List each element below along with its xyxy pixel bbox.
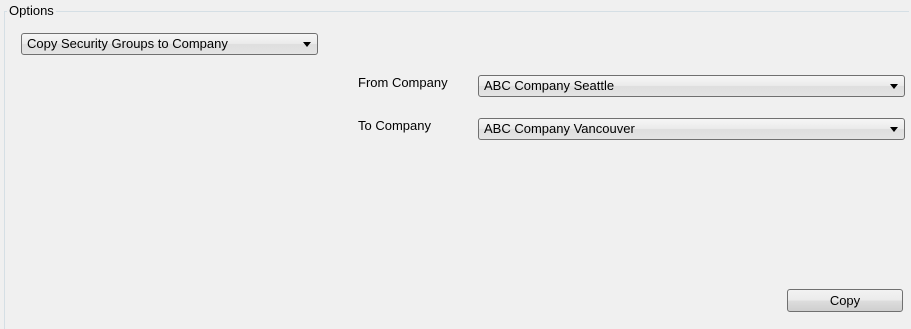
copy-button[interactable]: Copy (787, 289, 903, 312)
chevron-down-icon (890, 127, 898, 132)
operation-select[interactable]: Copy Security Groups to Company (21, 33, 318, 55)
to-company-select[interactable]: ABC Company Vancouver (478, 118, 905, 140)
from-company-value: ABC Company Seattle (484, 78, 615, 93)
from-company-label: From Company (358, 75, 448, 90)
from-company-select[interactable]: ABC Company Seattle (478, 75, 905, 97)
to-company-label: To Company (358, 118, 431, 133)
chevron-down-icon (890, 84, 898, 89)
options-group-title: Options (7, 3, 56, 19)
options-groupbox (4, 11, 909, 329)
chevron-down-icon (303, 42, 311, 47)
to-company-value: ABC Company Vancouver (484, 121, 635, 136)
operation-select-value: Copy Security Groups to Company (27, 36, 228, 51)
